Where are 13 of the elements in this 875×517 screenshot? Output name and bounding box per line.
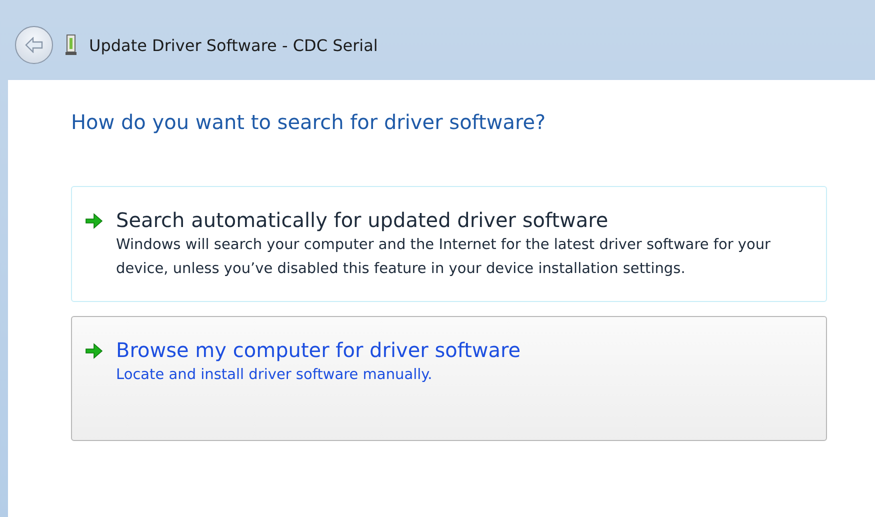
back-button[interactable]	[15, 26, 53, 64]
option-card[interactable]	[71, 186, 827, 302]
device-icon	[65, 34, 77, 56]
option-title: Search automatically for updated driver software	[116, 207, 610, 233]
arrow-icon	[84, 213, 104, 229]
page-heading: How do you want to search for driver software?	[71, 110, 547, 134]
option-description: Windows will search your computer and the Internet for the latest driver software for your device, unless you’ve disabled this feature in your device installation settings.	[116, 236, 772, 279]
back-arrow-icon	[24, 37, 44, 53]
arrow-icon	[84, 343, 104, 359]
option-title: Browse my computer for driver software	[116, 337, 521, 363]
window-title: Update Driver Software - CDC Serial	[89, 36, 378, 54]
option-description: Locate and install driver software manually.	[116, 366, 434, 385]
option-card[interactable]: Browse my computer for driver software Locate and install driver software manually.	[71, 316, 827, 441]
